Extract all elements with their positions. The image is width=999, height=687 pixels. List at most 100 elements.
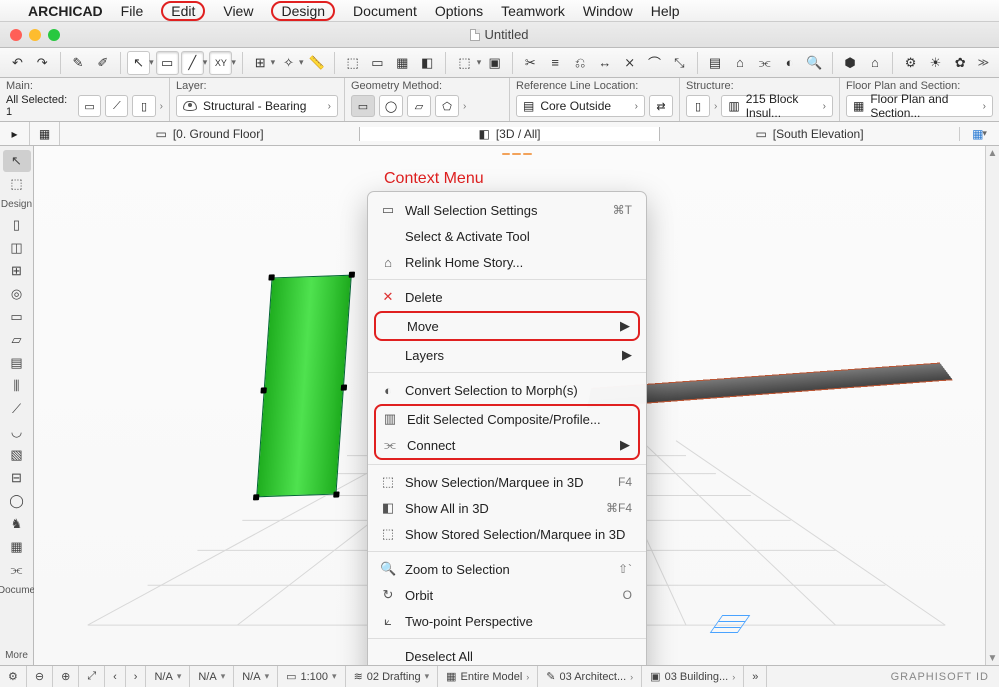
ctx-move[interactable]: Move▶ [376,313,638,339]
stair-icon[interactable]: ▤ [704,51,727,75]
open-view-icon[interactable]: ⬚ [341,51,364,75]
roof-tool[interactable]: ⟋ [3,398,31,420]
selected-wall-element[interactable] [256,275,352,498]
vertical-scrollbar[interactable]: ▲ ▼ [985,146,999,665]
home-icon[interactable]: ⌂ [863,51,886,75]
railing-tool[interactable]: ⫼ [3,375,31,397]
menu-teamwork[interactable]: Teamwork [501,3,565,19]
geom-trap-icon[interactable]: ▱ [407,95,431,117]
structure-dropdown[interactable]: ▥ 215 Block Insul... › [721,95,833,117]
roof-icon[interactable]: ⌂ [728,51,751,75]
ctx-deselect-all[interactable]: Deselect All [368,643,646,665]
resize-icon[interactable]: ⤡ [668,51,691,75]
toggle-organizer-icon[interactable]: ▦ [30,122,60,145]
ctx-delete[interactable]: ✕Delete [368,284,646,310]
struct-basic-icon[interactable]: ▯ [686,95,710,117]
tab-3d-all[interactable]: ◧[3D / All] [359,127,660,141]
adjust-icon[interactable]: ↔ [593,51,616,75]
eyedropper-icon[interactable]: ✎ [67,51,90,75]
ctx-wall-settings[interactable]: ▭Wall Selection Settings⌘T [368,197,646,223]
status-overflow[interactable]: » [744,666,767,687]
ctx-relink-story[interactable]: ⌂Relink Home Story... [368,249,646,275]
skylight-tool[interactable]: ▧ [3,444,31,466]
fit-icon[interactable]: ⤢ [79,666,105,687]
redo-icon[interactable]: ↷ [31,51,54,75]
slab-tool[interactable]: ▱ [3,329,31,351]
ctx-show-sel-3d[interactable]: ⬚Show Selection/Marquee in 3DF4 [368,469,646,495]
refline-dropdown[interactable]: ▤ Core Outside › [516,95,645,117]
undo-icon[interactable]: ↶ [6,51,29,75]
geom-poly-icon[interactable]: ⬠ [435,95,459,117]
refline-flip-icon[interactable]: ⇄ [649,95,673,117]
toggle-navigator-icon[interactable]: ▸ [0,122,30,145]
intersect-icon[interactable]: ⨯ [618,51,641,75]
perspective-icon[interactable]: ⬚ [451,51,477,75]
doc3d-icon[interactable]: ▦ [391,51,414,75]
prev-zoom-icon[interactable]: ‹ [105,666,126,687]
menu-edit[interactable]: Edit [161,1,205,21]
ctx-edit-composite[interactable]: ▥Edit Selected Composite/Profile... [376,406,638,432]
zoom-out-icon[interactable]: ⊖ [27,666,53,687]
column-tool[interactable]: ◎ [3,283,31,305]
partial-display-dropdown[interactable]: ▦Entire Model› [438,666,538,687]
grid-snap-icon[interactable]: ⊞ [249,51,272,75]
guide-line-icon[interactable]: ╱ [181,51,204,75]
mesh-tool[interactable]: ⫘ [3,559,31,581]
ctx-select-activate[interactable]: Select & Activate Tool [368,223,646,249]
marquee-tool[interactable]: ⬚ [3,173,31,195]
tab-ground-floor[interactable]: ▭[0. Ground Floor] [60,127,359,141]
snap-icon[interactable]: ✧ [277,51,300,75]
3d-viewport[interactable]: Context Menu ▭Wall Selection Settings⌘T … [34,146,999,665]
layer-dropdown[interactable]: Structural - Bearing › [176,95,338,117]
rvt-icon[interactable]: ⬢ [839,51,862,75]
layercombo-dropdown[interactable]: ≋02 Drafting▾ [346,666,439,687]
app-name[interactable]: ARCHICAD [28,3,103,19]
geom-curved-icon[interactable]: ◯ [379,95,403,117]
shell-tool[interactable]: ◡ [3,421,31,443]
wall-tool[interactable]: ▯ [3,214,31,236]
ruler-icon[interactable]: 📏 [306,51,329,75]
profile-icon[interactable]: ◐ [778,51,801,75]
trim-icon[interactable]: ✂ [519,51,542,75]
suspend-groups-icon[interactable]: ▭ [156,51,179,75]
panel-grip-icon[interactable] [502,153,532,158]
ctx-show-all-3d[interactable]: ◧Show All in 3D⌘F4 [368,495,646,521]
penset-dropdown[interactable]: ✎03 Architect...› [538,666,642,687]
sel-settings-icon[interactable]: ▭ [78,95,101,117]
stair-tool[interactable]: ▤ [3,352,31,374]
next-zoom-icon[interactable]: › [126,666,147,687]
align-icon[interactable]: ≡ [544,51,567,75]
curtainwall-tool[interactable]: ⊟ [3,467,31,489]
tab-south-elevation[interactable]: ▭[South Elevation] [660,127,959,141]
mvo-dropdown[interactable]: ▣03 Building...› [642,666,744,687]
xy-plane-icon[interactable]: XY [209,51,232,75]
arrow-tool-icon[interactable]: ↖ [127,51,150,75]
zone-tool[interactable]: ▦ [3,536,31,558]
syringe-icon[interactable]: ✐ [91,51,114,75]
door-tool[interactable]: ◫ [3,237,31,259]
fillet-icon[interactable]: ⌒ [643,51,666,75]
menu-design[interactable]: Design [271,1,335,21]
toolbar-overflow[interactable]: ≫ [974,56,994,69]
arrow-tool[interactable]: ↖ [3,150,31,172]
sel-wall-icon[interactable]: ⟋ [105,95,128,117]
menu-options[interactable]: Options [435,3,483,19]
cube-icon[interactable]: ◧ [416,51,439,75]
ctx-show-stored-3d[interactable]: ⬚Show Stored Selection/Marquee in 3D [368,521,646,547]
ctx-layers[interactable]: Layers▶ [368,342,646,368]
menu-file[interactable]: File [121,3,144,19]
ctx-zoom-selection[interactable]: 🔍Zoom to Selection⇧` [368,556,646,582]
geom-straight-icon[interactable]: ▭ [351,95,375,117]
scale-dropdown[interactable]: ▭1:100▾ [278,666,345,687]
morph-tool[interactable]: ◯ [3,490,31,512]
menu-view[interactable]: View [223,3,253,19]
connect-icon[interactable]: ⫘ [753,51,776,75]
quick-options-icon[interactable]: ⚙ [0,666,27,687]
menu-help[interactable]: Help [651,3,680,19]
camera-icon[interactable]: ▣ [483,51,506,75]
zoom-in-icon[interactable]: ⊕ [53,666,79,687]
graphisoft-id[interactable]: GRAPHISOFT ID [881,671,999,683]
eco-icon[interactable]: ✿ [949,51,972,75]
fps-dropdown[interactable]: ▦ Floor Plan and Section... › [846,95,993,117]
scroll-down-icon[interactable]: ▼ [986,651,999,665]
